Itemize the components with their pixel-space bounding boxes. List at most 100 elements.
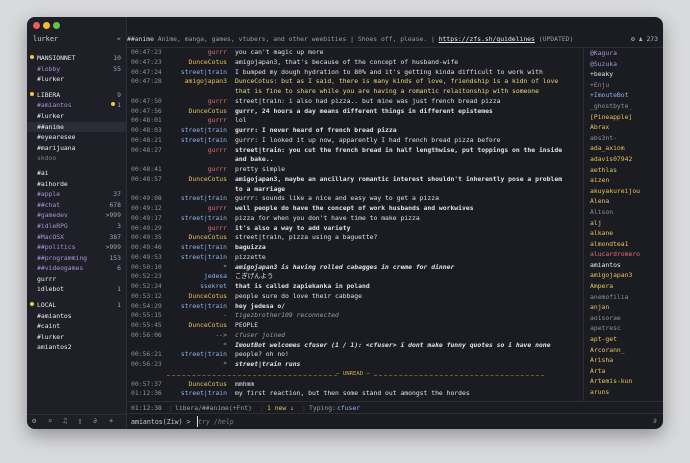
message-nick[interactable]: gurrr <box>127 48 227 58</box>
paperclip-icon[interactable]: ∂ <box>93 417 97 425</box>
user-list-item[interactable]: +Enju <box>584 80 663 91</box>
topic-link[interactable]: https://zfs.sh/guidelines <box>439 35 535 43</box>
sidebar-item-videogames[interactable]: ##videogames 6 <box>27 263 126 274</box>
attach-icon[interactable]: ∂ <box>653 417 657 425</box>
minimize-window-button[interactable] <box>43 22 50 29</box>
message-nick[interactable]: street|train <box>127 68 227 78</box>
collapse-sidebar-icon[interactable]: « <box>117 35 121 43</box>
message-nick[interactable]: DunceCotus <box>127 321 227 331</box>
search-icon[interactable]: ⌕ <box>48 417 52 425</box>
user-list-item[interactable]: abs3nt- <box>584 133 663 144</box>
sidebar-item-marijuana[interactable]: #marijuana <box>27 143 126 154</box>
user-list-item[interactable]: Abrax <box>584 122 663 133</box>
sidebar-item-amiantos[interactable]: #amiantos 1 <box>27 100 126 111</box>
user-list-item[interactable]: alkane <box>584 228 663 239</box>
user-list[interactable]: @Kagura @Suzuka +beaky +Enju +ImouteBot _ghos… <box>583 48 663 401</box>
sidebar-item-idlerpg[interactable]: #idleRPG 3 <box>27 221 126 232</box>
sidebar-item-lobby[interactable]: #lobby 55 <box>27 64 126 75</box>
user-list-item[interactable]: +ImouteBot <box>584 90 663 101</box>
sidebar-item-amiantos[interactable]: #amiantos <box>27 311 126 322</box>
message-nick[interactable]: street|train <box>127 389 227 398</box>
zoom-window-button[interactable] <box>53 22 60 29</box>
message-nick[interactable]: * <box>127 341 227 351</box>
sidebar-item-caint[interactable]: #caint <box>27 321 126 332</box>
message-nick[interactable]: street|train <box>127 136 227 146</box>
user-list-item[interactable]: Arta <box>584 366 663 377</box>
user-list-item[interactable]: aethlas <box>584 165 663 176</box>
user-list-item[interactable]: anemofilia <box>584 292 663 303</box>
bookmark-icon[interactable]: ▯ <box>78 417 82 425</box>
message-nick[interactable]: street|train <box>127 214 227 224</box>
user-list-item[interactable]: anjan <box>584 302 663 313</box>
user-list-item[interactable]: Arcorann_ <box>584 345 663 356</box>
message-nick[interactable]: ssekret <box>127 282 227 292</box>
message-nick[interactable]: DunceCotus <box>127 380 227 390</box>
sidebar-item-apple[interactable]: #apple 37 <box>27 189 126 200</box>
message-nick[interactable]: street|train <box>127 350 227 360</box>
network-local[interactable]: LOCAL 1 <box>27 300 126 311</box>
message-nick[interactable]: jedesa <box>127 272 227 282</box>
message-nick[interactable]: gurrr <box>127 146 227 156</box>
user-list-item[interactable]: Arisha <box>584 355 663 366</box>
sidebar-item-idlebot[interactable]: idlebot 1 <box>27 284 126 295</box>
message-nick[interactable]: gurrr <box>127 116 227 126</box>
message-nick[interactable]: street|train <box>127 194 227 204</box>
message-nick[interactable]: - <box>127 311 227 321</box>
message-nick[interactable]: gurrr <box>127 165 227 175</box>
sidebar-item-politics[interactable]: ##politics >999 <box>27 242 126 253</box>
message-nick[interactable]: street|train <box>127 126 227 136</box>
sidebar-item-programming[interactable]: ##programming 153 <box>27 253 126 264</box>
users-icon[interactable]: ♟ <box>639 35 643 43</box>
user-list-item[interactable]: apt-get <box>584 334 663 345</box>
user-list-item[interactable]: @Kagura <box>584 48 663 59</box>
message-log[interactable]: 00:47:23 gurrr you can't magic up more 00:4… <box>127 48 579 398</box>
user-list-item[interactable]: ada_axiom <box>584 143 663 154</box>
message-nick[interactable]: gurrr <box>127 204 227 214</box>
user-list-item[interactable]: alucardromero <box>584 249 663 260</box>
message-nick[interactable]: amigojapan3 <box>127 77 227 87</box>
sidebar-item-lurker[interactable]: #lurker <box>27 74 126 85</box>
message-nick[interactable]: * <box>127 263 227 273</box>
sidebar-item-amiantos2[interactable]: amiantos2 <box>27 342 126 353</box>
sidebar-item-gamedev[interactable]: #gamedev >999 <box>27 210 126 221</box>
message-nick[interactable]: DunceCotus <box>127 233 227 243</box>
network-mansionnet[interactable]: MANSIONNET 10 <box>27 53 126 64</box>
sidebar-item-aihorde[interactable]: #aihorde <box>27 179 126 190</box>
sidebar-item-macosx[interactable]: #MacOSX 387 <box>27 232 126 243</box>
user-list-item[interactable]: Artemis-kun <box>584 376 663 387</box>
user-list-item[interactable]: Alena <box>584 196 663 207</box>
message-nick[interactable]: gurrr <box>127 224 227 234</box>
sidebar-item-gurrr[interactable]: gurrr <box>27 274 126 285</box>
message-nick[interactable]: --> <box>127 331 227 341</box>
user-list-item[interactable]: akuyakureijou <box>584 186 663 197</box>
network-libera[interactable]: LIBERA 9 <box>27 90 126 101</box>
message-nick[interactable]: street|train <box>127 243 227 253</box>
user-list-item[interactable]: apetresc <box>584 323 663 334</box>
user-list-item[interactable]: +beaky <box>584 69 663 80</box>
message-nick[interactable]: * <box>127 360 227 370</box>
sidebar-item-skdoo[interactable]: skdoo <box>27 153 126 164</box>
sidebar-item-anime[interactable]: ##anime <box>27 121 126 133</box>
user-list-item[interactable]: alj <box>584 218 663 229</box>
message-nick[interactable]: DunceCotus <box>127 107 227 117</box>
user-list-item[interactable]: amiantos <box>584 260 663 271</box>
sidebar-item-lurker[interactable]: #lurker <box>27 332 126 343</box>
sidebar-item-eyearesee[interactable]: #eyearesee <box>27 132 126 143</box>
sidebar-item-chat[interactable]: ##chat 678 <box>27 200 126 211</box>
user-list-item[interactable]: aruns <box>584 387 663 398</box>
user-list-item[interactable]: Ampera <box>584 281 663 292</box>
user-list-item[interactable]: adavis07942 <box>584 154 663 165</box>
sidebar-item-lurker[interactable]: #lurker <box>27 111 126 122</box>
message-nick[interactable]: street|train <box>127 302 227 312</box>
new-messages-button[interactable]: 1 new ↓ <box>267 404 294 412</box>
user-list-item[interactable]: almondtea1 <box>584 239 663 250</box>
message-nick[interactable]: DunceCotus <box>127 292 227 302</box>
bell-icon[interactable]: ♫ <box>63 417 67 425</box>
message-nick[interactable]: DunceCotus <box>127 175 227 185</box>
user-list-item[interactable]: aoisorae <box>584 313 663 324</box>
message-nick[interactable]: DunceCotus <box>127 58 227 68</box>
user-list-item[interactable]: @Suzuka <box>584 59 663 70</box>
user-list-item[interactable]: Alison <box>584 207 663 218</box>
user-list-item[interactable]: _ghostbyte_ <box>584 101 663 112</box>
plus-icon[interactable]: + <box>109 417 113 425</box>
